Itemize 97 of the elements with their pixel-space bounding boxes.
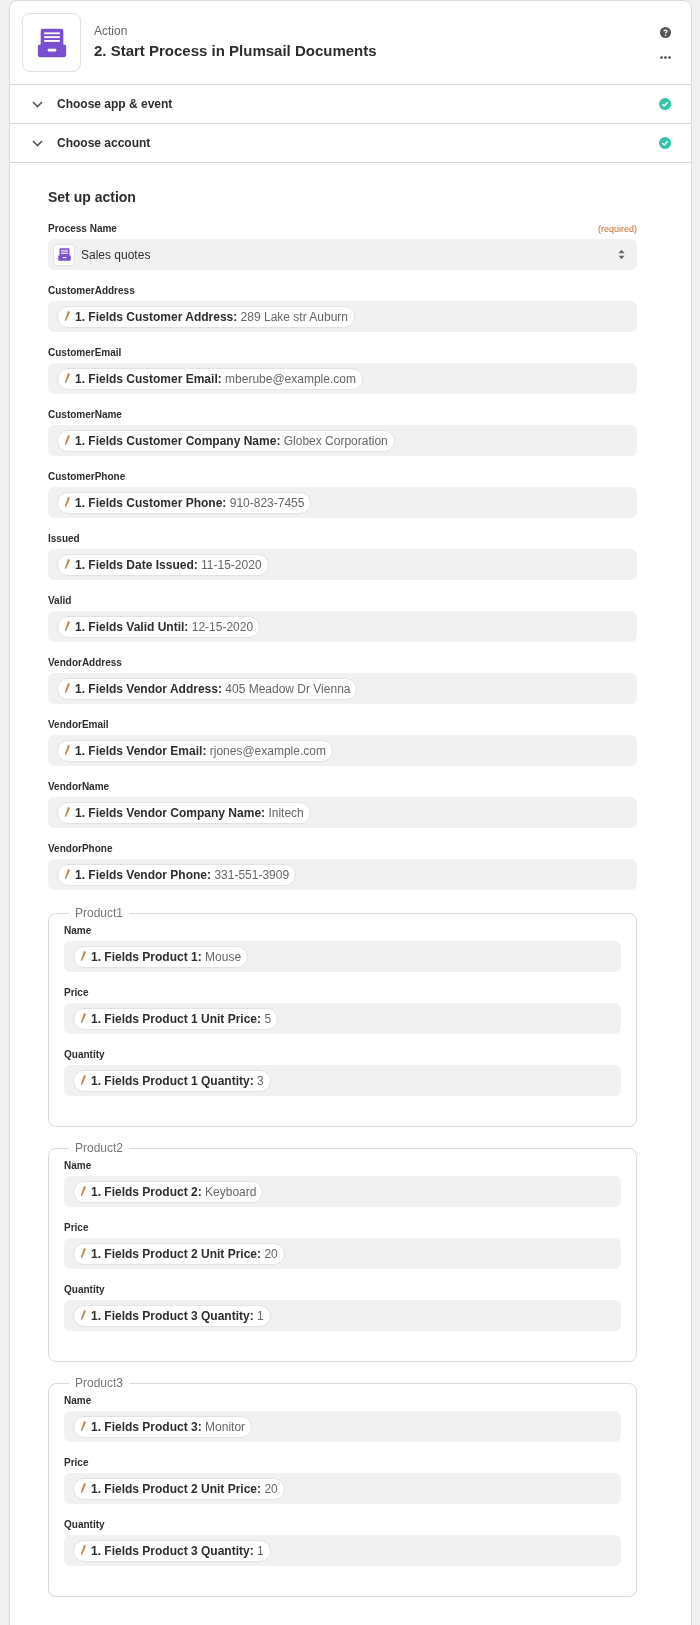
pencil-icon (64, 435, 70, 446)
section-title: Choose app & event (57, 96, 174, 113)
token-text: 1. Fields Product 3 Quantity: 1 (91, 1307, 264, 1325)
group-legend: Product1 (69, 904, 130, 922)
token-text: 1. Fields Product 2: Keyboard (91, 1183, 257, 1201)
pencil-icon (64, 621, 70, 632)
chevron-down-icon (32, 139, 43, 147)
input-field[interactable]: 1. Fields Customer Company Name: Globex Corporation (48, 425, 637, 456)
input-field[interactable]: 1. Fields Vendor Company Name: Initech (48, 797, 637, 828)
field-label: VendorAddress (48, 656, 122, 670)
pencil-icon (64, 683, 70, 694)
pencil-icon (80, 1186, 86, 1197)
pencil-icon (80, 1483, 86, 1494)
input-field[interactable]: 1. Fields Date Issued: 11-15-2020 (48, 549, 637, 580)
field-label: VendorPhone (48, 842, 113, 856)
pencil-icon (80, 1545, 86, 1556)
pencil-icon (64, 559, 70, 570)
more-icon[interactable] (660, 55, 671, 59)
section-title: Choose account (57, 135, 152, 152)
pencil-icon (80, 1310, 86, 1321)
token-text: 1. Fields Valid Until: 12-15-2020 (75, 618, 254, 636)
input-field[interactable]: 1. Fields Vendor Phone: 331-551-3909 (48, 859, 637, 890)
input-field[interactable]: 1. Fields Product 1 Unit Price: 5 (64, 1003, 621, 1034)
input-field[interactable]: 1. Fields Customer Email: mberube@example.com (48, 363, 637, 394)
section-row[interactable]: Choose app & event (10, 85, 691, 124)
token-text: 1. Fields Customer Address: 289 Lake str Auburn (75, 308, 349, 326)
pencil-icon (64, 497, 70, 508)
field-label: VendorEmail (48, 718, 109, 732)
input-field[interactable]: 1. Fields Product 1 Quantity: 3 (64, 1065, 621, 1096)
section-row[interactable]: Choose account (10, 124, 691, 163)
token-text: 1. Fields Customer Phone: 910-823-7455 (75, 494, 305, 512)
token-text: 1. Fields Product 3 Quantity: 1 (91, 1542, 264, 1560)
chevron-down-icon (32, 100, 43, 108)
token-text: 1. Fields Product 2 Unit Price: 20 (91, 1245, 278, 1263)
token-text: 1. Fields Vendor Address: 405 Meadow Dr Vienna (75, 680, 351, 698)
field-label: Name (64, 1394, 92, 1408)
field-label: Valid (48, 594, 72, 608)
field-label: Price (64, 986, 89, 1000)
token-text: 1. Fields Vendor Email: rjones@example.com (75, 742, 326, 760)
step-title: 2. Start Process in Plumsail Documents (94, 41, 377, 62)
help-icon[interactable] (660, 26, 671, 38)
required-label: (required) (598, 223, 637, 236)
pencil-icon (80, 1421, 86, 1432)
group-legend: Product3 (69, 1374, 130, 1392)
sort-arrows-icon (618, 249, 625, 260)
input-field[interactable]: 1. Fields Product 2: Keyboard (64, 1176, 621, 1207)
input-field[interactable]: 1. Fields Vendor Email: rjones@example.com (48, 735, 637, 766)
pencil-icon (80, 1248, 86, 1259)
input-field[interactable]: 1. Fields Product 1: Mouse (64, 941, 621, 972)
token-text: 1. Fields Product 1 Unit Price: 5 (91, 1010, 272, 1028)
pencil-icon (80, 1075, 86, 1086)
input-field[interactable]: 1. Fields Product 3 Quantity: 1 (64, 1535, 621, 1566)
check-icon (659, 98, 671, 110)
pencil-icon (64, 869, 70, 880)
token-text: 1. Fields Vendor Phone: 331-551-3909 (75, 866, 290, 884)
field-label: Name (64, 924, 92, 938)
token-text: 1. Fields Customer Company Name: Globex Corporation (75, 432, 388, 450)
input-field[interactable]: 1. Fields Product 3 Quantity: 1 (64, 1300, 621, 1331)
field-label: CustomerName (48, 408, 122, 422)
field-label: Name (64, 1159, 92, 1173)
select-value: Sales quotes (81, 246, 152, 264)
input-field[interactable]: 1. Fields Customer Phone: 910-823-7455 (48, 487, 637, 518)
token-text: 1. Fields Vendor Company Name: Initech (75, 804, 304, 822)
pencil-icon (64, 807, 70, 818)
token-text: 1. Fields Product 3: Monitor (91, 1418, 246, 1436)
field-label: Quantity (64, 1518, 105, 1532)
pencil-icon (80, 951, 86, 962)
field-label: Quantity (64, 1283, 105, 1297)
field-label: CustomerEmail (48, 346, 122, 360)
field-label: Process Name (48, 222, 117, 236)
token-text: 1. Fields Date Issued: 11-15-2020 (75, 556, 262, 574)
process-select[interactable]: Sales quotes (48, 239, 637, 270)
pencil-icon (64, 311, 70, 322)
input-field[interactable]: 1. Fields Product 2 Unit Price: 20 (64, 1473, 621, 1504)
field-label: Quantity (64, 1048, 105, 1062)
input-field[interactable]: 1. Fields Product 3: Monitor (64, 1411, 621, 1442)
step-type-label: Action (94, 23, 128, 41)
field-label: VendorName (48, 780, 110, 794)
field-label: Price (64, 1456, 89, 1470)
pencil-icon (80, 1013, 86, 1024)
token-text: 1. Fields Product 1 Quantity: 3 (91, 1072, 264, 1090)
input-field[interactable]: 1. Fields Customer Address: 289 Lake str Auburn (48, 301, 637, 332)
token-text: 1. Fields Customer Email: mberube@example.com (75, 370, 356, 388)
field-label: CustomerPhone (48, 470, 126, 484)
input-field[interactable]: 1. Fields Vendor Address: 405 Meadow Dr Vienna (48, 673, 637, 704)
group-legend: Product2 (69, 1139, 130, 1157)
section-heading: Set up action (48, 188, 136, 207)
input-field[interactable]: 1. Fields Valid Until: 12-15-2020 (48, 611, 637, 642)
pencil-icon (64, 745, 70, 756)
field-label: Issued (48, 532, 80, 546)
field-label: Price (64, 1221, 89, 1235)
token-text: 1. Fields Product 2 Unit Price: 20 (91, 1480, 278, 1498)
input-field[interactable]: 1. Fields Product 2 Unit Price: 20 (64, 1238, 621, 1269)
check-icon (659, 137, 671, 149)
field-label: CustomerAddress (48, 284, 135, 298)
pencil-icon (64, 373, 70, 384)
token-text: 1. Fields Product 1: Mouse (91, 948, 242, 966)
